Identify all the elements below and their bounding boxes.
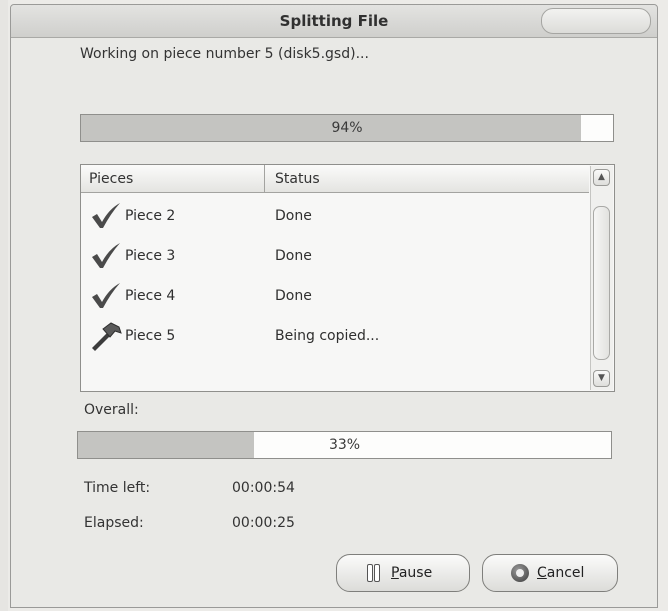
scroll-down-button[interactable]: ▼ [593, 370, 610, 387]
piece-name: Piece 2 [125, 208, 176, 224]
list-item[interactable]: Piece 2 Done [81, 197, 589, 237]
background-edge [0, 0, 8, 611]
list-header: Pieces Status [81, 165, 589, 193]
overall-label: Overall: [84, 402, 139, 418]
status-message: Working on piece number 5 (disk5.gsd)... [80, 46, 369, 62]
time-left-label: Time left: [84, 480, 151, 496]
piece-status: Done [275, 248, 312, 264]
cancel-icon [511, 564, 529, 582]
checkmark-icon [92, 203, 120, 228]
piece-name: Piece 3 [125, 248, 176, 264]
list-item[interactable]: Piece 3 Done [81, 237, 589, 277]
hammer-icon [92, 322, 122, 351]
scroll-thumb[interactable] [593, 206, 610, 360]
time-left-value: 00:00:54 [232, 480, 295, 496]
overall-progress-bar: 33% [77, 431, 612, 459]
list-scrollbar[interactable]: ▲ ▼ [590, 166, 613, 390]
title-bar[interactable]: Splitting File [11, 5, 657, 38]
piece-progress-percent: 94% [331, 120, 363, 136]
pause-button[interactable]: Pause [336, 554, 470, 592]
piece-status: Being copied... [275, 328, 380, 344]
cancel-button[interactable]: Cancel [482, 554, 618, 592]
pause-button-label: Pause [391, 565, 433, 581]
elapsed-label: Elapsed: [84, 515, 144, 531]
chevron-down-icon: ▼ [598, 373, 605, 383]
column-header-status[interactable]: Status [275, 171, 320, 187]
list-item[interactable]: Piece 5 Being copied... [81, 317, 589, 357]
piece-progress-bar: 94% [80, 114, 614, 142]
piece-status: Done [275, 208, 312, 224]
checkmark-icon [92, 283, 120, 308]
pause-icon [367, 564, 381, 582]
chevron-up-icon: ▲ [598, 172, 605, 182]
elapsed-value: 00:00:25 [232, 515, 295, 531]
piece-name: Piece 4 [125, 288, 176, 304]
piece-name: Piece 5 [125, 328, 176, 344]
column-divider[interactable] [264, 165, 265, 192]
checkmark-icon [92, 243, 120, 268]
list-item[interactable]: Piece 4 Done [81, 277, 589, 317]
scroll-up-button[interactable]: ▲ [593, 169, 610, 186]
pieces-list[interactable]: Pieces Status Piece 2 Done Piece 3 Done … [80, 164, 615, 392]
piece-status: Done [275, 288, 312, 304]
cancel-button-label: Cancel [537, 565, 585, 581]
column-header-pieces[interactable]: Pieces [89, 171, 133, 187]
overall-progress-percent: 33% [328, 437, 361, 453]
title-bar-control[interactable] [541, 8, 651, 34]
